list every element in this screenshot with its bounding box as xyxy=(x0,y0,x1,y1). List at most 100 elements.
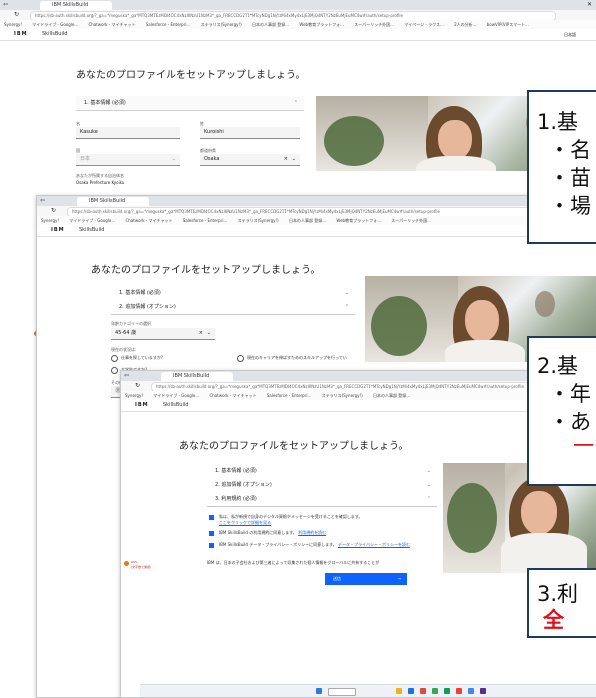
browser-tab[interactable]: IBM SkillsBuild xyxy=(40,1,112,10)
reload-icon[interactable]: ↻ xyxy=(51,207,56,214)
bookmark-item[interactable]: 日本の人事部 登録... xyxy=(252,22,289,27)
ibm-logo[interactable]: IBM xyxy=(135,400,149,411)
ibm-logo[interactable]: IBM xyxy=(51,225,65,236)
page-title: あなたのプロファイルをセットアップしましょう。 xyxy=(179,441,409,452)
address-bar: ↻ https://sb-auth.skillsbuild.org/?_ga=*… xyxy=(0,10,596,21)
bookmark-item[interactable]: Salesforce - Enterpri... xyxy=(183,218,228,223)
search-icon[interactable] xyxy=(328,688,356,696)
arrow-right-icon: → xyxy=(397,576,401,581)
app-icon[interactable] xyxy=(444,688,450,694)
bookmark-item[interactable]: スーパーリッチ外国... xyxy=(391,218,431,223)
consent-link-1[interactable]: ここをクリックで詳細を見る xyxy=(219,520,271,526)
skillsbuild-brand[interactable]: SkillsBuild xyxy=(42,29,67,40)
ibm-logo[interactable]: IBM xyxy=(14,29,28,40)
section-additional-info[interactable]: 2. 追加情報 (オプション) ⌃ xyxy=(111,300,355,315)
reload-icon[interactable]: ↻ xyxy=(135,382,140,389)
callout-2-title: 2.基 xyxy=(537,354,579,378)
bookmark-item[interactable]: マイドライブ - Google... xyxy=(69,218,115,223)
callout-1-title: 1.基 xyxy=(537,110,579,134)
bookmark-item[interactable]: Chatwork - マイチャット xyxy=(209,393,256,398)
close-window-icon[interactable]: ✕ xyxy=(587,1,592,8)
consent-checkbox-1[interactable] xyxy=(209,515,214,520)
site-header: IBM SkillsBuild xyxy=(121,400,596,412)
tab-bar: ⇦ IBM SkillsBuild xyxy=(121,371,596,381)
app-icon[interactable] xyxy=(432,688,438,694)
status-question: 現在の状況は: xyxy=(111,347,137,352)
consent-checkbox-3[interactable] xyxy=(209,543,214,548)
bookmark-item[interactable]: ステラリス(Synergy!) xyxy=(322,393,363,398)
browser-tab[interactable]: IBM SkillsBuild xyxy=(161,372,233,381)
app-icon[interactable] xyxy=(408,688,414,694)
chevron-down-icon: ⌄ xyxy=(344,290,349,296)
bookmark-item[interactable]: Salesforce - Enterpri... xyxy=(267,393,312,398)
bookmark-item[interactable]: マイドライブ - Google... xyxy=(32,22,78,27)
back-icon[interactable]: ⇦ xyxy=(3,1,8,8)
bookmark-item[interactable]: Synergy! xyxy=(4,22,22,27)
option-radio[interactable] xyxy=(237,355,244,362)
section-basic-info[interactable]: 1. 基本情報 (必須) ⌃ xyxy=(76,96,304,111)
callout-1-line: ・名 xyxy=(549,138,591,162)
section-basic-info[interactable]: 1. 基本情報 (必須) ⌄ xyxy=(207,464,437,479)
first-name-field[interactable]: Kasuke xyxy=(76,127,180,139)
chevron-down-icon: ⌄ xyxy=(206,330,211,336)
bookmark-item[interactable]: Web教育プラットフォ... xyxy=(299,22,344,27)
app-icon[interactable] xyxy=(468,688,474,694)
back-icon[interactable]: ⇦ xyxy=(124,372,129,379)
callout-3-red: 全 xyxy=(543,608,564,632)
side-badge: 99% (文字数で確認) xyxy=(124,560,154,570)
bookmark-item[interactable]: 日本の人事部 登録... xyxy=(289,218,326,223)
option-label: 現在のキャリアを伸ばすためのスキルアップを行ってい xyxy=(247,355,347,360)
bookmark-item[interactable]: Salesforce - Enterpri... xyxy=(146,22,191,27)
prefecture-select[interactable]: Osaka × ⌄ xyxy=(200,154,300,166)
app-icon[interactable] xyxy=(396,688,402,694)
bookmark-item[interactable]: Chatwork - マイチャット xyxy=(88,22,135,27)
country-select[interactable]: 日本 ⌄ xyxy=(76,154,180,166)
taskbar xyxy=(140,684,596,697)
back-icon[interactable]: ⇦ xyxy=(40,197,45,204)
app-icon[interactable] xyxy=(420,688,426,694)
skillsbuild-brand[interactable]: SkillsBuild xyxy=(79,225,104,236)
address-bar: ↻ https://sb-auth.skillsbuild.org/?_ga=*… xyxy=(37,206,596,217)
bookmark-item[interactable]: 2人の分析... xyxy=(454,22,476,27)
consent-checkbox-2[interactable] xyxy=(209,531,214,536)
bookmark-item[interactable]: Synergy! xyxy=(125,393,143,398)
bookmark-item[interactable]: ステラリス(Synergy!) xyxy=(201,22,242,27)
clear-icon[interactable]: × xyxy=(284,154,288,165)
page-title: あなたのプロファイルをセットアップしましょう。 xyxy=(76,70,306,81)
skillsbuild-brand[interactable]: SkillsBuild xyxy=(163,400,188,411)
bookmark-item[interactable]: スーパーリッチ外国... xyxy=(354,22,394,27)
app-icon[interactable] xyxy=(456,688,462,694)
last-name-field[interactable]: Kuroishi xyxy=(200,127,300,139)
municipality-value: Osaka Prefecture Kyoiku xyxy=(76,180,125,185)
section-additional-info[interactable]: 2. 追加情報 (オプション) ⌄ xyxy=(207,478,437,493)
chevron-up-icon: ⌃ xyxy=(344,304,349,310)
clear-icon[interactable]: × xyxy=(199,328,203,339)
app-icon[interactable] xyxy=(480,688,486,694)
site-header: IBM SkillsBuild 日本語 xyxy=(0,29,596,41)
chevron-down-icon: ⌄ xyxy=(171,156,176,162)
section-terms[interactable]: 3. 利用規約 (必須) ⌃ xyxy=(207,492,437,507)
option-radio[interactable] xyxy=(111,355,118,362)
reload-icon[interactable]: ↻ xyxy=(14,11,19,18)
browser-window-3: ⇦ IBM SkillsBuild ↻ https://sb-auth.skil… xyxy=(120,370,596,698)
consent-link-2[interactable]: 利用規約を読む xyxy=(298,530,326,535)
bookmark-item[interactable]: Chatwork - マイチャット xyxy=(125,218,172,223)
section-basic-info[interactable]: 1. 基本情報 (必須) ⌄ xyxy=(111,286,355,301)
consent-text-3: IBM SkillsBuild データ・プライバシー・ポリシーに同意します。 デ… xyxy=(219,542,410,547)
browser-tab[interactable]: IBM SkillsBuild xyxy=(77,197,149,206)
consent-link-3[interactable]: データ・プライバシー・ポリシーを読む xyxy=(338,542,410,547)
start-icon[interactable] xyxy=(316,688,322,694)
bookmark-item[interactable]: ステラリス(Synergy!) xyxy=(238,218,279,223)
age-select[interactable]: 45-64 歳 × ⌄ xyxy=(111,328,215,340)
bookmark-item[interactable]: Web教育プラットフォ... xyxy=(336,218,381,223)
bookmark-item[interactable]: マイドライブ - Google... xyxy=(153,393,199,398)
submit-button[interactable]: 送信 → xyxy=(325,573,407,585)
bookmark-item[interactable]: bowVIP(VIPスマート... xyxy=(487,22,529,27)
bookmark-item[interactable]: 日本の人事部 登録... xyxy=(373,393,410,398)
consent-text-2: IBM SkillsBuild の利用規約に同意します。 利用規約を読む xyxy=(219,530,327,535)
option-radio[interactable] xyxy=(111,367,118,374)
language-selector[interactable]: 日本語 xyxy=(564,29,576,40)
bookmark-item[interactable]: マイページ - ラクス... xyxy=(404,22,444,27)
chevron-up-icon: ⌃ xyxy=(293,100,298,106)
bookmark-item[interactable]: Synergy! xyxy=(41,218,59,223)
